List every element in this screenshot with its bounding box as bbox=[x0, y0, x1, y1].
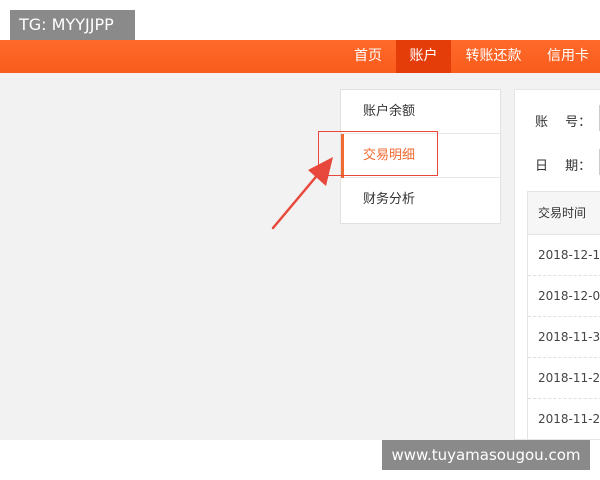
transaction-table: 交易时间 2018-12-13 2018-12-02 2018-11-30 20… bbox=[527, 191, 600, 439]
table-row[interactable]: 2018-12-13 bbox=[528, 235, 600, 276]
column-header-time: 交易时间 bbox=[528, 192, 600, 235]
table-row[interactable]: 2018-11-26 bbox=[528, 399, 600, 439]
submenu-transactions-label: 交易明细 bbox=[363, 148, 416, 163]
top-navigation: 首页 账户 转账还款 信用卡 bbox=[0, 40, 600, 73]
nav-account[interactable]: 账户 bbox=[396, 40, 451, 73]
nav-home[interactable]: 首页 bbox=[340, 40, 396, 73]
tg-watermark: TG: MYYJJPP bbox=[10, 10, 135, 40]
submenu-transactions[interactable]: 交易明细 bbox=[341, 134, 500, 178]
table-row[interactable]: 2018-11-30 bbox=[528, 317, 600, 358]
table-row[interactable]: 2018-11-28 bbox=[528, 358, 600, 399]
account-submenu: 账户余额 交易明细 财务分析 bbox=[340, 89, 501, 224]
account-label: 账 号： bbox=[535, 115, 592, 130]
submenu-analysis[interactable]: 财务分析 bbox=[341, 178, 500, 222]
annotation-arrow-icon bbox=[271, 157, 333, 230]
date-label: 日 期： bbox=[535, 159, 592, 174]
nav-transfer[interactable]: 转账还款 bbox=[451, 40, 536, 73]
app-window: TG: MYYJJPP 首页 账户 转账还款 信用卡 账户余额 交易明细 财务分… bbox=[0, 0, 600, 480]
submenu-balance[interactable]: 账户余额 bbox=[341, 90, 500, 134]
table-row[interactable]: 2018-12-02 bbox=[528, 276, 600, 317]
site-watermark: www.tuyamasougou.com bbox=[382, 440, 590, 470]
nav-credit-card[interactable]: 信用卡 bbox=[536, 40, 600, 73]
transaction-panel: 账 号： 日 期： 交易时间 2018-12-13 2018-12-02 201… bbox=[514, 89, 600, 440]
content-area bbox=[0, 73, 600, 440]
